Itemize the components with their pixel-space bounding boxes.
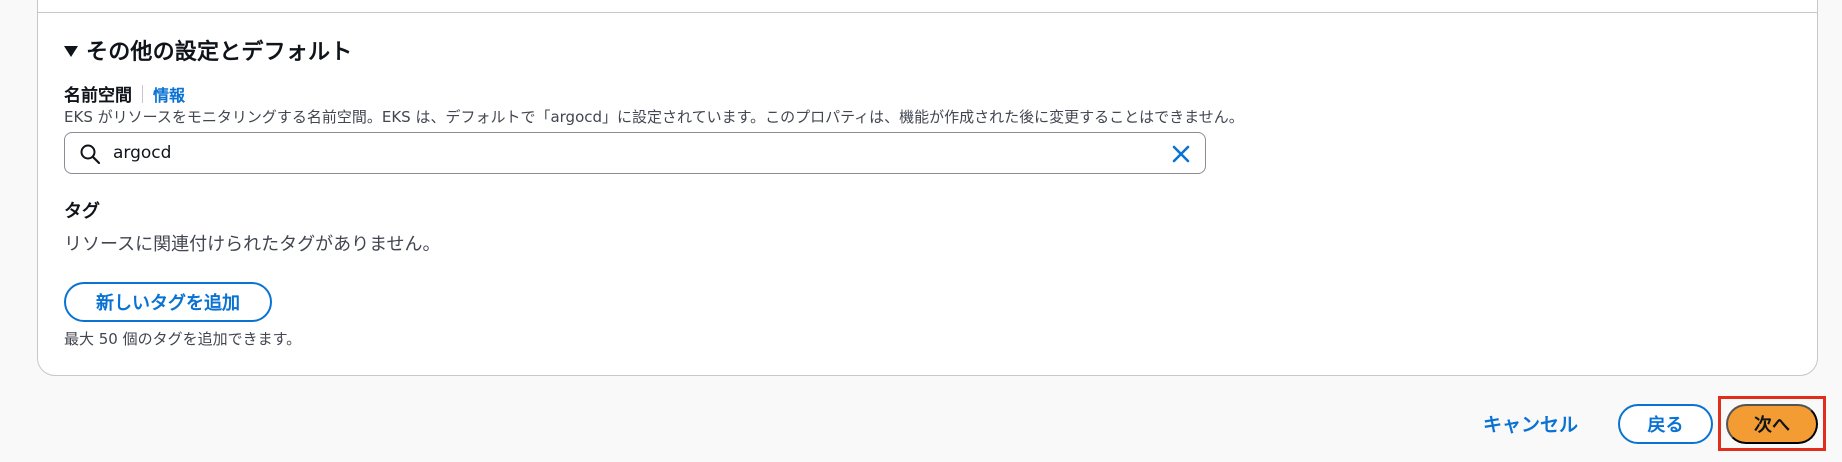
page: その他の設定とデフォルト 名前空間 情報 EKS がリソースをモニタリングする名…	[0, 0, 1842, 462]
tags-empty-message: リソースに関連付けられたタグがありません。	[64, 234, 441, 255]
next-button[interactable]: 次へ	[1726, 404, 1818, 444]
divider	[37, 12, 1818, 13]
cancel-button[interactable]: キャンセル	[1483, 410, 1578, 437]
add-tag-button[interactable]: 新しいタグを追加	[64, 282, 272, 322]
tags-limit-note: 最大 50 個のタグを追加できます。	[64, 330, 302, 348]
additional-settings-toggle[interactable]: その他の設定とデフォルト	[64, 34, 352, 66]
close-icon[interactable]	[1169, 142, 1193, 166]
namespace-description: EKS がリソースをモニタリングする名前空間。EKS は、デフォルトで「argo…	[64, 108, 1244, 126]
namespace-value[interactable]: argocd	[113, 143, 171, 163]
namespace-input[interactable]: argocd	[64, 132, 1206, 174]
search-icon	[80, 144, 101, 165]
caret-down-icon	[64, 45, 78, 57]
back-button[interactable]: 戻る	[1618, 404, 1713, 444]
label-divider	[142, 84, 143, 103]
section-title: その他の設定とデフォルト	[86, 40, 353, 65]
tags-heading: タグ	[64, 201, 100, 222]
namespace-label: 名前空間	[64, 86, 132, 106]
namespace-label-row: 名前空間 情報	[64, 81, 185, 106]
info-link[interactable]: 情報	[153, 82, 185, 106]
